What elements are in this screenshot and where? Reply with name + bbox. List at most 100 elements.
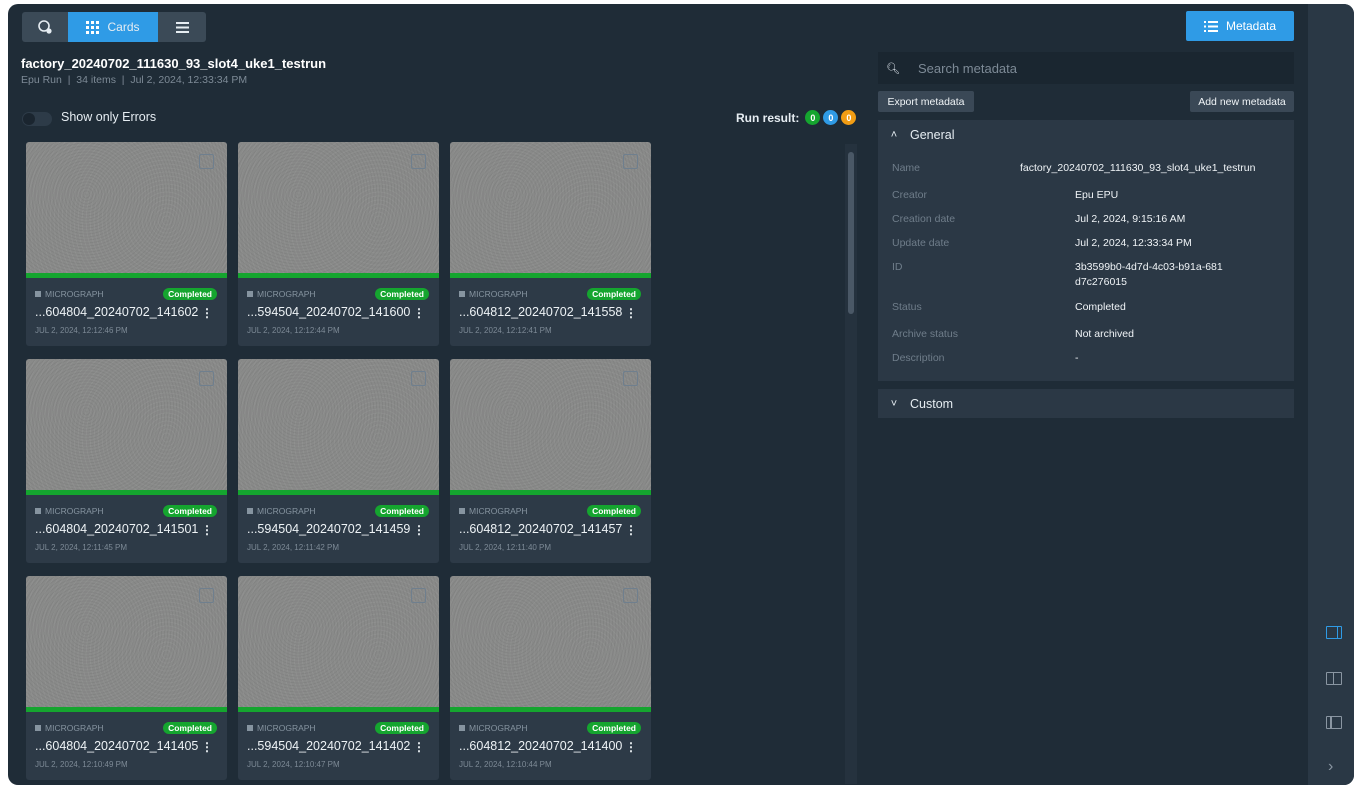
app-window: Cards Metadata factory_20240702_111630_9… xyxy=(8,4,1354,785)
more-options-icon[interactable]: ⋮ xyxy=(201,740,213,754)
card-type-label: MICROGRAPH xyxy=(469,506,528,516)
metadata-value: Epu EPU xyxy=(1075,189,1119,201)
card-name: ...604812_20240702_141558 xyxy=(459,305,623,319)
status-bar xyxy=(238,707,439,712)
micrograph-thumbnail xyxy=(26,359,227,490)
metadata-toggle-button[interactable]: Metadata xyxy=(1186,11,1294,41)
show-only-errors-toggle[interactable] xyxy=(22,112,52,126)
more-options-icon[interactable]: ⋮ xyxy=(625,523,637,537)
card-type: MICROGRAPH xyxy=(459,723,528,733)
select-checkbox[interactable] xyxy=(623,588,638,603)
more-options-icon[interactable]: ⋮ xyxy=(413,306,425,320)
micrograph-card[interactable]: MICROGRAPH Completed ...594504_20240702_… xyxy=(238,359,439,563)
micrograph-thumbnail xyxy=(238,142,439,273)
metadata-button-label: Metadata xyxy=(1225,19,1277,33)
status-badge: Completed xyxy=(375,722,429,734)
select-checkbox[interactable] xyxy=(411,588,426,603)
metadata-value: Jul 2, 2024, 12:33:34 PM xyxy=(1075,237,1192,249)
view-toggle: Cards xyxy=(22,12,206,42)
micrograph-card[interactable]: MICROGRAPH Completed ...604804_20240702_… xyxy=(26,576,227,780)
scrollbar-thumb[interactable] xyxy=(848,152,854,314)
micrograph-thumbnail xyxy=(238,359,439,490)
more-options-icon[interactable]: ⋮ xyxy=(625,740,637,754)
select-checkbox[interactable] xyxy=(199,371,214,386)
micrograph-thumbnail xyxy=(26,142,227,273)
micrograph-icon xyxy=(459,508,465,514)
general-section-body: Name factory_20240702_111630_93_slot4_uk… xyxy=(878,150,1294,381)
micrograph-card[interactable]: MICROGRAPH Completed ...594504_20240702_… xyxy=(238,142,439,346)
card-type-label: MICROGRAPH xyxy=(45,723,104,733)
micrograph-card[interactable]: MICROGRAPH Completed ...604812_20240702_… xyxy=(450,359,651,563)
chevron-down-icon: ˅ xyxy=(890,397,898,410)
select-checkbox[interactable] xyxy=(411,154,426,169)
metadata-value: Not archived xyxy=(1075,328,1134,340)
add-metadata-button[interactable]: Add new metadata xyxy=(1190,91,1294,112)
card-type: MICROGRAPH xyxy=(35,289,104,299)
more-options-icon[interactable]: ⋮ xyxy=(413,523,425,537)
metadata-value: factory_20240702_111630_93_slot4_uke1_te… xyxy=(1020,162,1256,174)
micrograph-card[interactable]: MICROGRAPH Completed ...604812_20240702_… xyxy=(450,142,651,346)
custom-section-title: Custom xyxy=(910,396,954,411)
status-bar xyxy=(26,490,227,495)
card-type: MICROGRAPH xyxy=(247,506,316,516)
status-badge: Completed xyxy=(587,722,641,734)
micrograph-card[interactable]: MICROGRAPH Completed ...604804_20240702_… xyxy=(26,142,227,346)
list-view-button[interactable] xyxy=(158,12,206,42)
panel-split-icon[interactable] xyxy=(1326,672,1342,685)
map-view-button[interactable] xyxy=(22,12,68,42)
micrograph-icon xyxy=(35,725,41,731)
card-type-label: MICROGRAPH xyxy=(257,723,316,733)
micrograph-card[interactable]: MICROGRAPH Completed ...604812_20240702_… xyxy=(450,576,651,780)
select-checkbox[interactable] xyxy=(623,154,638,169)
chevron-right-icon[interactable]: › xyxy=(1328,758,1333,776)
micrograph-icon xyxy=(35,508,41,514)
list-icon xyxy=(1203,20,1218,32)
cards-grid: MICROGRAPH Completed ...604804_20240702_… xyxy=(26,142,656,780)
custom-section-header[interactable]: ˅ Custom xyxy=(878,389,1294,418)
micrograph-card[interactable]: MICROGRAPH Completed ...604804_20240702_… xyxy=(26,359,227,563)
micrograph-card[interactable]: MICROGRAPH Completed ...594504_20240702_… xyxy=(238,576,439,780)
card-date: JUL 2, 2024, 12:10:44 PM xyxy=(459,760,552,769)
run-result-label: Run result: xyxy=(736,110,800,125)
select-checkbox[interactable] xyxy=(199,588,214,603)
more-options-icon[interactable]: ⋮ xyxy=(201,306,213,320)
micrograph-thumbnail xyxy=(238,576,439,707)
run-result: Run result: 0 0 0 xyxy=(736,110,857,125)
more-options-icon[interactable]: ⋮ xyxy=(625,306,637,320)
map-pin-icon xyxy=(38,20,52,34)
more-options-icon[interactable]: ⋮ xyxy=(201,523,213,537)
run-title: factory_20240702_111630_93_slot4_uke1_te… xyxy=(21,56,327,71)
card-name: ...594504_20240702_141459 xyxy=(247,522,411,536)
card-date: JUL 2, 2024, 12:11:45 PM xyxy=(35,543,128,552)
toggle-knob xyxy=(23,113,35,125)
card-date: JUL 2, 2024, 12:12:46 PM xyxy=(35,326,128,335)
general-section-header[interactable]: ˄ General xyxy=(878,120,1294,150)
panel-left-icon[interactable] xyxy=(1326,716,1342,729)
more-options-icon[interactable]: ⋮ xyxy=(413,740,425,754)
export-metadata-button[interactable]: Export metadata xyxy=(878,91,974,112)
select-checkbox[interactable] xyxy=(411,371,426,386)
select-checkbox[interactable] xyxy=(199,154,214,169)
cards-scrollbar[interactable] xyxy=(845,144,857,784)
status-bar xyxy=(450,273,651,278)
card-name: ...604812_20240702_141400 xyxy=(459,739,623,753)
metadata-label: Status xyxy=(892,301,922,313)
status-badge: Completed xyxy=(587,505,641,517)
status-bar xyxy=(238,273,439,278)
metadata-label: Creation date xyxy=(892,213,956,225)
micrograph-icon xyxy=(35,291,41,297)
list-icon xyxy=(175,21,189,33)
status-badge: Completed xyxy=(163,722,217,734)
panel-right-icon[interactable] xyxy=(1326,626,1342,639)
metadata-search: 🔍︎ xyxy=(878,52,1294,84)
metadata-value: Jul 2, 2024, 9:15:16 AM xyxy=(1075,213,1186,225)
status-badge: Completed xyxy=(163,288,217,300)
grid-icon xyxy=(86,20,100,34)
select-checkbox[interactable] xyxy=(623,371,638,386)
card-type: MICROGRAPH xyxy=(247,289,316,299)
cards-view-button[interactable]: Cards xyxy=(68,12,158,42)
metadata-search-input[interactable] xyxy=(916,59,1280,77)
run-subtitle: Epu Run | 34 items | Jul 2, 2024, 12:33:… xyxy=(21,74,248,86)
metadata-value: Completed xyxy=(1075,301,1126,313)
micrograph-icon xyxy=(459,725,465,731)
